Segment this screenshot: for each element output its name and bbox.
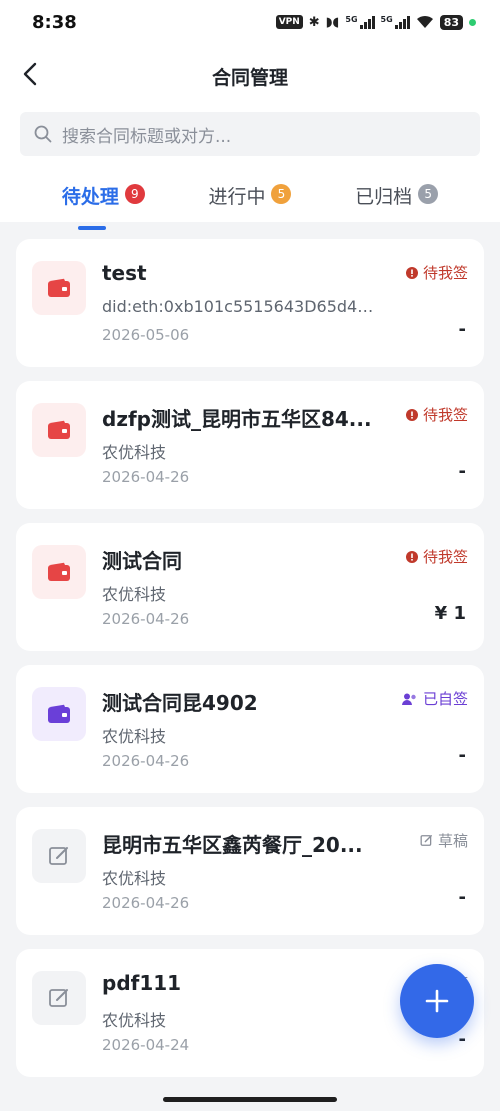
contract-counterparty: 农优科技 <box>102 1011 167 1030</box>
tab-label: 已归档 <box>355 186 413 208</box>
edit-icon <box>32 829 86 883</box>
tab-in-progress[interactable]: 进行中 5 <box>208 174 292 230</box>
tab-archived[interactable]: 已归档 5 <box>355 174 439 230</box>
network-label-2: 5G <box>380 14 393 24</box>
search-input[interactable]: 搜索合同标题或对方... <box>20 112 480 156</box>
status-badge: 草稿 <box>420 830 468 851</box>
contract-title: 昆明市五华区鑫芮餐厅_20... <box>102 833 363 857</box>
status-badge: 待我签 <box>405 262 468 283</box>
edit-icon <box>420 834 433 847</box>
contract-card[interactable]: 昆明市五华区鑫芮餐厅_20... 农优科技 2026-04-26 草稿 - <box>16 807 484 935</box>
status-label: 待我签 <box>422 406 468 424</box>
status-bar: 8:38 VPN ✱ ◗◖ 5G 5G 83 <box>0 0 500 44</box>
contract-title: test <box>102 261 147 285</box>
back-button[interactable] <box>16 60 44 88</box>
contract-counterparty: 农优科技 <box>102 443 167 462</box>
contract-title: dzfp测试_昆明市五华区84... <box>102 407 372 431</box>
contract-counterparty: 农优科技 <box>102 869 167 888</box>
count-badge: 9 <box>124 184 145 204</box>
chevron-left-icon <box>23 62 37 86</box>
nav-bar: 合同管理 <box>0 44 500 108</box>
contract-card[interactable]: test did:eth:0xb101c5515643D65d4d... 202… <box>16 239 484 367</box>
contract-title: 测试合同昆4902 <box>102 691 258 715</box>
battery-icon: 83 <box>439 14 463 30</box>
wallet-icon <box>32 687 86 741</box>
signal-icon <box>359 15 375 29</box>
top-section: 8:38 VPN ✱ ◗◖ 5G 5G 83 合同管理 搜索合同标题或对方...… <box>0 0 500 230</box>
wallet-icon <box>32 545 86 599</box>
contract-card[interactable]: 测试合同昆4902 农优科技 2026-04-26 已自签 - <box>16 665 484 793</box>
wifi-icon <box>416 15 433 28</box>
tab-bar: 待处理 9 进行中 5 已归档 5 <box>0 174 500 230</box>
contract-date: 2026-04-26 <box>102 610 190 628</box>
contract-title: 测试合同 <box>102 549 182 573</box>
home-indicator <box>163 1097 337 1102</box>
wallet-icon <box>32 403 86 457</box>
status-label: 草稿 <box>437 832 468 850</box>
contract-counterparty: 农优科技 <box>102 727 167 746</box>
count-badge: 5 <box>271 184 292 204</box>
contract-list: test did:eth:0xb101c5515643D65d4d... 202… <box>16 239 484 1091</box>
contract-amount: ¥ 1 <box>434 603 466 624</box>
tab-label: 进行中 <box>208 186 266 208</box>
contract-amount: - <box>458 1029 466 1050</box>
privacy-dot-icon <box>469 18 476 26</box>
contract-date: 2026-05-06 <box>102 326 190 344</box>
wallet-icon <box>32 261 86 315</box>
status-badge: 待我签 <box>405 546 468 567</box>
vpn-icon: VPN <box>275 15 303 29</box>
add-contract-button[interactable] <box>400 964 474 1038</box>
edit-icon <box>32 971 86 1025</box>
contract-amount: - <box>458 461 466 482</box>
search-icon <box>34 125 52 143</box>
status-label: 已自签 <box>422 690 468 708</box>
contract-card[interactable]: 测试合同 农优科技 2026-04-26 待我签 ¥ 1 <box>16 523 484 651</box>
contract-amount: - <box>458 745 466 766</box>
contract-date: 2026-04-26 <box>102 894 190 912</box>
network-label-1: 5G <box>345 14 358 24</box>
active-tab-indicator <box>77 226 106 230</box>
contract-card[interactable]: dzfp测试_昆明市五华区84... 农优科技 2026-04-26 待我签 - <box>16 381 484 509</box>
bluetooth-icon: ✱ <box>308 14 320 30</box>
plus-icon <box>425 989 449 1013</box>
status-time: 8:38 <box>32 11 77 33</box>
status-icons: VPN ✱ ◗◖ 5G 5G 83 <box>275 14 476 30</box>
count-badge: 5 <box>418 184 439 204</box>
info-icon <box>405 550 418 563</box>
status-badge: 待我签 <box>405 404 468 425</box>
contract-date: 2026-04-24 <box>102 1036 190 1054</box>
page-title: 合同管理 <box>211 66 288 89</box>
users-icon <box>401 693 418 705</box>
signal-icon-2 <box>394 15 410 29</box>
tab-label: 待处理 <box>61 186 119 208</box>
status-badge: 已自签 <box>401 688 468 709</box>
search-placeholder: 搜索合同标题或对方... <box>62 126 232 147</box>
earbuds-icon: ◗◖ <box>325 14 340 30</box>
info-icon <box>405 266 418 279</box>
contract-date: 2026-04-26 <box>102 752 190 770</box>
status-label: 待我签 <box>422 264 468 282</box>
info-icon <box>405 408 418 421</box>
contract-counterparty: 农优科技 <box>102 585 167 604</box>
contract-title: pdf111 <box>102 971 182 995</box>
contract-counterparty: did:eth:0xb101c5515643D65d4d... <box>102 297 382 316</box>
contract-date: 2026-04-26 <box>102 468 190 486</box>
contract-amount: - <box>458 887 466 908</box>
status-label: 待我签 <box>422 548 468 566</box>
contract-amount: - <box>458 319 466 340</box>
tab-pending[interactable]: 待处理 9 <box>62 174 145 230</box>
